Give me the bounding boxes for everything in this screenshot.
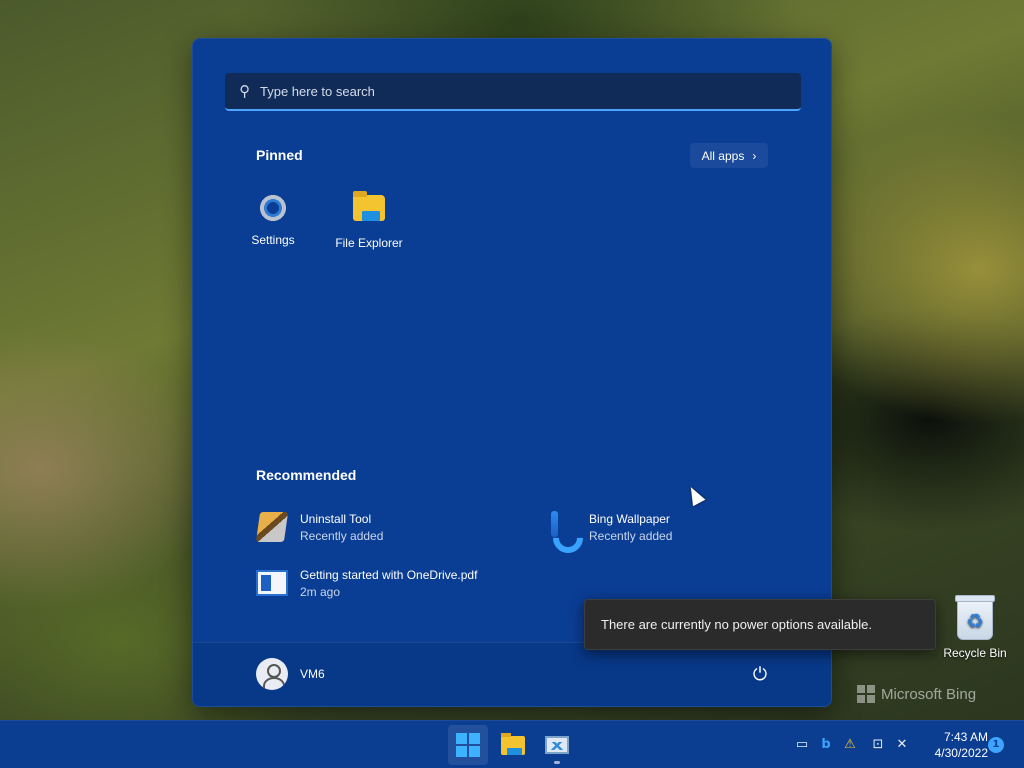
search-icon: ⚲ xyxy=(239,82,250,100)
pinned-app-settings[interactable]: Settings xyxy=(228,191,318,247)
user-account-button[interactable]: VM6 xyxy=(256,658,325,690)
all-apps-button[interactable]: All apps › xyxy=(690,143,768,168)
power-options-tooltip: There are currently no power options ava… xyxy=(584,599,936,650)
search-input[interactable] xyxy=(260,83,760,99)
all-apps-label: All apps xyxy=(701,148,745,163)
recommended-item-title: Uninstall Tool xyxy=(300,511,372,526)
settings-gear-icon xyxy=(256,192,290,226)
tray-security-warning-icon[interactable]: ⚠ xyxy=(841,736,859,754)
clock-time: 7:43 AM xyxy=(943,730,988,744)
bing-icon xyxy=(545,511,577,543)
power-icon: ⏻ xyxy=(752,663,768,685)
recommended-heading: Recommended xyxy=(256,467,357,483)
microsoft-logo-icon xyxy=(857,685,875,703)
start-search-box[interactable]: ⚲ xyxy=(225,73,801,111)
wallpaper-brand-text: Microsoft Bing xyxy=(881,685,977,703)
uninstall-tool-icon xyxy=(255,511,289,543)
recommended-item-subtitle: Recently added xyxy=(589,528,673,543)
recycle-bin-icon: ♻ xyxy=(955,595,995,640)
wallpaper-brand: Microsoft Bing xyxy=(857,685,976,703)
chevron-right-icon: › xyxy=(752,148,757,163)
recommended-item-subtitle: 2m ago xyxy=(300,584,341,599)
taskbar: ▭ b ⚠ ⊡ ✕ 7:43 AM 4/30/2022 1 xyxy=(0,720,1024,768)
pinned-app-file-explorer[interactable]: File Explorer xyxy=(324,191,414,250)
tray-network-icon[interactable]: ⊡ xyxy=(869,736,887,754)
taskbar-clock[interactable]: 7:43 AM 4/30/2022 xyxy=(918,729,988,761)
recycle-bin-label: Recycle Bin xyxy=(943,646,1007,660)
desktop-icon-recycle-bin[interactable]: ♻ Recycle Bin xyxy=(940,594,1010,660)
start-button[interactable] xyxy=(448,725,488,765)
recommended-item-onedrive-pdf[interactable]: Getting started with OneDrive.pdf 2m ago xyxy=(256,567,477,599)
tray-bing-icon[interactable]: b xyxy=(817,736,835,754)
start-menu-footer: VM6 ⏻ xyxy=(193,642,831,706)
notification-badge[interactable]: 1 xyxy=(988,737,1004,753)
recommended-item-subtitle: Recently added xyxy=(300,528,384,543)
recommended-item-uninstall-tool[interactable]: Uninstall Tool Recently added xyxy=(255,511,384,543)
avatar xyxy=(256,658,288,690)
document-icon xyxy=(256,567,288,599)
tray-display-icon[interactable]: ▭ xyxy=(793,736,811,754)
taskbar-task-manager[interactable] xyxy=(537,725,577,765)
user-name: VM6 xyxy=(300,667,325,681)
power-button[interactable]: ⏻ xyxy=(745,659,775,689)
recommended-item-title: Getting started with OneDrive.pdf xyxy=(300,567,478,582)
recommended-item-title: Bing Wallpaper xyxy=(589,511,670,526)
task-manager-icon xyxy=(545,736,569,754)
tray-volume-muted-icon[interactable]: ✕ xyxy=(893,736,911,754)
folder-icon xyxy=(501,732,525,755)
running-indicator xyxy=(554,761,560,764)
clock-date: 4/30/2022 xyxy=(934,746,988,760)
pinned-heading: Pinned xyxy=(256,147,303,163)
taskbar-file-explorer[interactable] xyxy=(493,725,533,765)
windows-logo-icon xyxy=(456,733,480,757)
pinned-app-label: File Explorer xyxy=(335,236,403,250)
pinned-app-label: Settings xyxy=(251,233,295,247)
recommended-item-bing-wallpaper[interactable]: Bing Wallpaper Recently added xyxy=(545,511,672,543)
folder-icon xyxy=(352,191,386,229)
